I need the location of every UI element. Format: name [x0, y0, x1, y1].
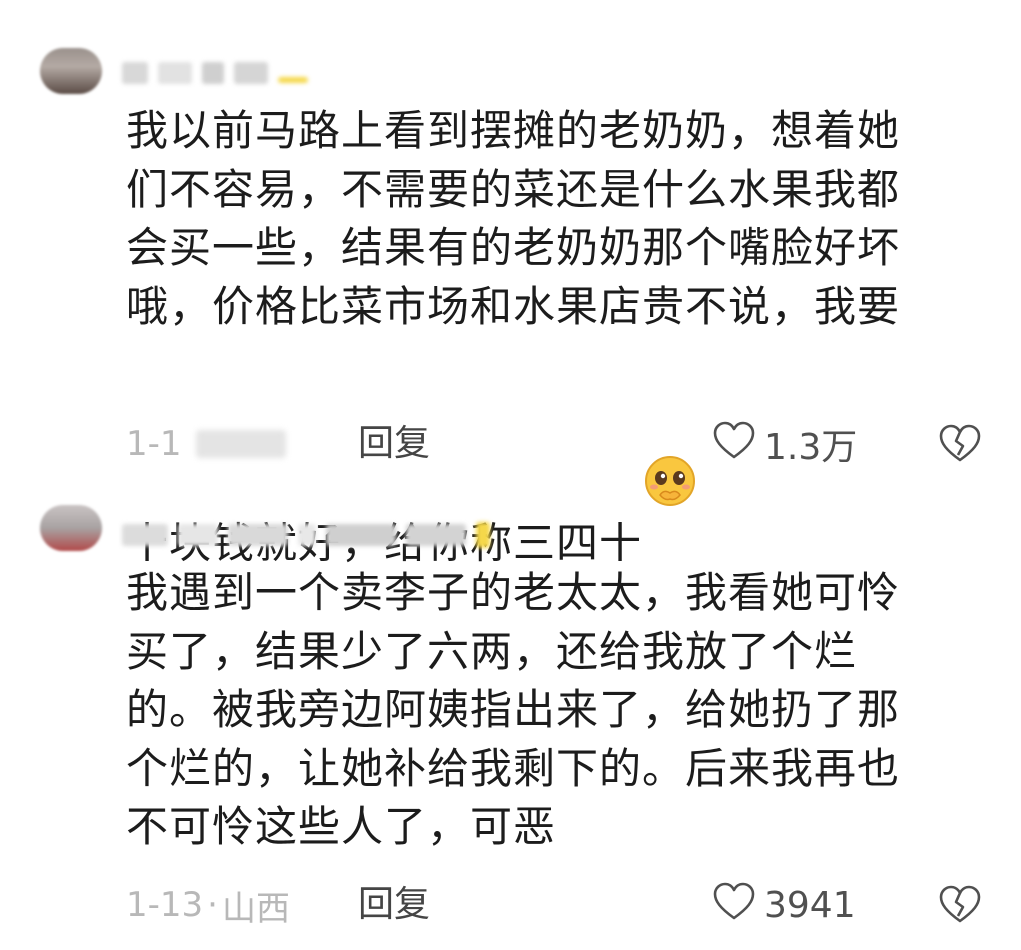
reply-button[interactable]: 回复 — [358, 883, 430, 927]
avatar[interactable] — [40, 48, 102, 94]
dislike-button[interactable] — [938, 884, 982, 926]
broken-heart-outline-icon — [938, 885, 982, 928]
comment-location-blurred — [195, 430, 286, 458]
comment-meta: 1-1 — [126, 422, 286, 466]
comment-text: 我遇到一个卖李子的老太太，我看她可怜 买了，结果少了六两，还给我放了个烂 的。被… — [126, 568, 901, 851]
comment-date: 1-1 — [126, 424, 182, 464]
comment-item: 我遇到一个卖李子的老太太，我看她可怜 买了，结果少了六两，还给我放了个烂 的。被… — [0, 490, 1021, 950]
meta-separator: · — [207, 885, 218, 925]
broken-heart-outline-icon — [938, 424, 982, 467]
dislike-button[interactable] — [938, 423, 982, 465]
comment-date: 1-13 — [126, 885, 204, 925]
comment-item: 我以前马路上看到摆摊的老奶奶，想着她 们不容易，不需要的菜还是什么水果我都 会买… — [0, 0, 1021, 568]
like-count: 1.3万 — [764, 427, 858, 468]
username-blurred[interactable] — [122, 522, 490, 548]
avatar[interactable] — [40, 505, 102, 551]
reply-button[interactable]: 回复 — [358, 422, 430, 466]
like-button[interactable]: 3941 — [712, 881, 856, 929]
heart-outline-icon — [712, 420, 756, 469]
like-count: 3941 — [764, 884, 856, 926]
comment-location: 山西 — [221, 888, 290, 929]
pleading-face-emoji — [642, 336, 698, 506]
like-button[interactable]: 1.3万 — [712, 420, 857, 468]
comment-meta: 1-13 · 山西 — [126, 883, 290, 929]
heart-outline-icon — [712, 881, 756, 930]
username-blurred[interactable] — [122, 60, 308, 86]
